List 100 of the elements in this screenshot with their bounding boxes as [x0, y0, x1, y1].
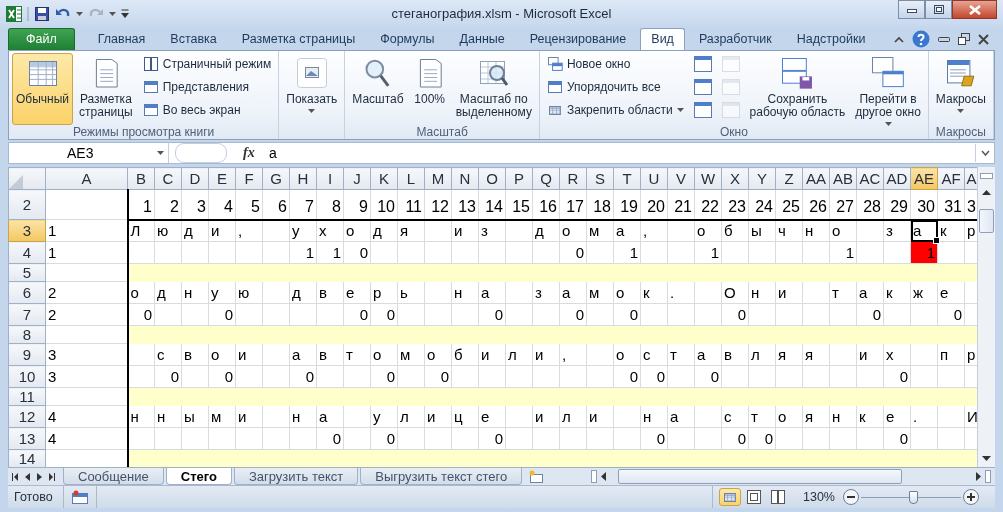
column-header[interactable]: H: [289, 167, 317, 190]
close-icon[interactable]: [978, 33, 989, 45]
column-header[interactable]: E: [208, 167, 236, 190]
vertical-scrollbar[interactable]: [977, 167, 995, 467]
ribbon-button[interactable]: Закрепить области: [542, 99, 688, 121]
ribbon-tab[interactable]: Данные: [448, 28, 516, 50]
row-header[interactable]: 12: [8, 405, 46, 428]
column-header[interactable]: AA: [802, 167, 830, 190]
column-header[interactable]: G: [262, 167, 290, 190]
scroll-thumb[interactable]: [979, 209, 994, 233]
ribbon-button[interactable]: Макросы: [931, 53, 990, 125]
ribbon-button[interactable]: Упорядочить все: [542, 76, 688, 98]
split-handle-icon[interactable]: [591, 470, 597, 483]
column-header[interactable]: AB: [829, 167, 857, 190]
column-header[interactable]: AC: [856, 167, 884, 190]
column-header[interactable]: M: [424, 167, 452, 190]
column-header[interactable]: T: [613, 167, 641, 190]
column-header[interactable]: O: [478, 167, 506, 190]
formula-field[interactable]: а: [269, 145, 975, 161]
row-header[interactable]: 9: [8, 343, 46, 366]
scroll-right-icon[interactable]: [976, 472, 981, 481]
ribbon-tab[interactable]: Разметка страницы: [230, 28, 367, 50]
name-box[interactable]: AE3: [9, 143, 169, 163]
column-header[interactable]: D: [181, 167, 209, 190]
view-button[interactable]: [719, 488, 741, 506]
column-header[interactable]: Q: [532, 167, 560, 190]
collapse-ribbon-icon[interactable]: [894, 35, 904, 43]
expand-icon[interactable]: [980, 150, 990, 156]
ribbon-tab[interactable]: Вид: [640, 28, 685, 50]
ribbon-button[interactable]: Представления: [138, 76, 276, 98]
sheet-tab[interactable]: Сообщение: [63, 468, 164, 485]
column-header[interactable]: K: [370, 167, 398, 190]
ribbon-button[interactable]: Масштаб: [348, 53, 408, 125]
ribbon-tab[interactable]: Рецензирование: [518, 28, 638, 50]
ribbon-tab[interactable]: Разработчик: [687, 28, 783, 50]
scroll-up-icon[interactable]: [982, 190, 991, 195]
column-header[interactable]: C: [154, 167, 182, 190]
column-header[interactable]: N: [451, 167, 479, 190]
save-icon[interactable]: [34, 6, 50, 22]
ribbon-tab[interactable]: Формулы: [369, 28, 446, 50]
ribbon-button[interactable]: Сохранить рабочую область: [745, 53, 850, 125]
column-header[interactable]: V: [667, 167, 695, 190]
zoom-slider[interactable]: [861, 490, 961, 504]
ribbon-tab[interactable]: Главная: [86, 28, 157, 50]
next-sheet-icon[interactable]: [37, 472, 42, 481]
zoom-level[interactable]: 130%: [803, 490, 835, 504]
column-header[interactable]: AF: [937, 167, 965, 190]
column-header[interactable]: B: [127, 167, 155, 190]
ribbon-button[interactable]: 100%: [409, 53, 450, 125]
ribbon-tab[interactable]: Вставка: [159, 28, 228, 50]
row-header[interactable]: 13: [8, 427, 46, 450]
scroll-left-icon[interactable]: [601, 472, 606, 481]
column-header[interactable]: S: [586, 167, 614, 190]
split-handle-icon[interactable]: [985, 470, 991, 483]
row-header[interactable]: 4: [8, 241, 46, 264]
column-header[interactable]: I: [316, 167, 344, 190]
ribbon-tab[interactable]: Надстройки: [785, 28, 877, 50]
column-header[interactable]: F: [235, 167, 263, 190]
sheet-tab[interactable]: Стего: [165, 468, 232, 485]
last-sheet-icon[interactable]: [49, 472, 55, 481]
zoom-out-icon[interactable]: [843, 489, 859, 505]
ribbon-button[interactable]: Масштаб по выделенному: [451, 53, 536, 125]
slider-thumb[interactable]: [909, 491, 918, 504]
minimize-button[interactable]: [898, 0, 925, 19]
maximize-button[interactable]: [925, 0, 952, 19]
ribbon-button[interactable]: Во весь экран: [138, 99, 276, 121]
ribbon-button[interactable]: Разметка страницы: [75, 53, 137, 125]
row-header[interactable]: 3: [8, 219, 46, 242]
sheet-tab[interactable]: Загрузить текст: [233, 468, 359, 485]
minimize-icon[interactable]: [938, 35, 950, 43]
column-header[interactable]: W: [694, 167, 722, 190]
previous-sheet-icon[interactable]: [25, 472, 30, 481]
ribbon-button[interactable]: Обычный: [12, 53, 74, 125]
ribbon-button[interactable]: Новое окно: [542, 53, 688, 75]
column-header[interactable]: J: [343, 167, 371, 190]
first-sheet-icon[interactable]: [12, 472, 18, 481]
customize-toolbar-icon[interactable]: [121, 9, 129, 19]
column-header[interactable]: Y: [748, 167, 776, 190]
column-header[interactable]: L: [397, 167, 425, 190]
row-header[interactable]: 10: [8, 365, 46, 388]
insert-sheet-icon[interactable]: [528, 469, 545, 484]
column-header[interactable]: X: [721, 167, 749, 190]
column-header[interactable]: R: [559, 167, 587, 190]
row-header[interactable]: 6: [8, 281, 46, 304]
record-macro-icon[interactable]: [71, 490, 88, 504]
column-header[interactable]: AE: [910, 167, 938, 190]
scroll-down-icon[interactable]: [982, 456, 991, 461]
ribbon-button[interactable]: Перейти в другое окно: [851, 53, 925, 125]
scroll-thumb[interactable]: [618, 469, 902, 484]
column-header[interactable]: AD: [883, 167, 911, 190]
column-header[interactable]: Z: [775, 167, 803, 190]
column-header[interactable]: P: [505, 167, 533, 190]
fill-handle[interactable]: [933, 237, 940, 244]
help-icon[interactable]: [912, 30, 930, 48]
zoom-in-icon[interactable]: [963, 489, 979, 505]
column-header[interactable]: A: [45, 167, 128, 190]
insert-function-button[interactable]: fx: [243, 145, 261, 161]
ribbon-button[interactable]: Показать: [282, 53, 342, 125]
row-header[interactable]: 7: [8, 303, 46, 326]
column-header[interactable]: U: [640, 167, 668, 190]
